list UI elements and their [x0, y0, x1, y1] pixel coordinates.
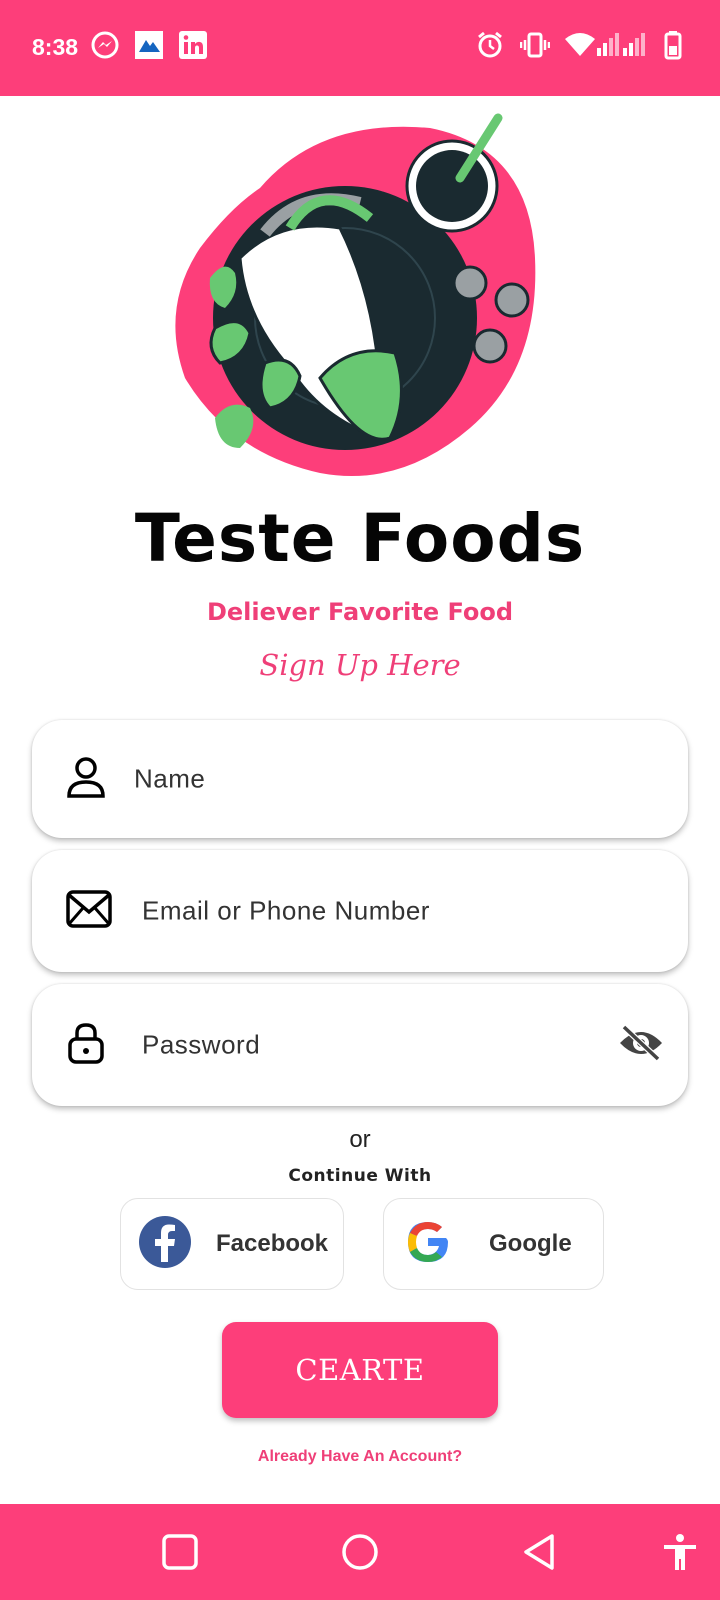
- facebook-label: Facebook: [216, 1230, 329, 1257]
- email-placeholder: Email or Phone Number: [142, 895, 430, 926]
- visibility-off-icon[interactable]: [618, 1023, 664, 1067]
- signal-icon: [622, 30, 646, 64]
- lock-icon: [68, 1022, 104, 1068]
- messenger-icon: [90, 30, 120, 64]
- signal-icon: [596, 30, 620, 64]
- name-field[interactable]: Name: [32, 720, 688, 838]
- google-button[interactable]: Google: [383, 1198, 604, 1290]
- accessibility-icon[interactable]: [660, 1532, 700, 1576]
- linkedin-icon: [178, 30, 208, 64]
- battery-icon: [664, 30, 682, 64]
- app-title: Teste Foods: [134, 500, 586, 577]
- password-field[interactable]: Password: [32, 984, 688, 1106]
- page-subtitle: Sign Up Here: [259, 648, 461, 682]
- wifi-icon: [564, 30, 596, 64]
- google-label: Google: [489, 1230, 572, 1257]
- vibrate-icon: [519, 30, 551, 64]
- facebook-button[interactable]: Facebook: [120, 1198, 344, 1290]
- recents-icon[interactable]: [160, 1532, 200, 1576]
- status-bar: 8:38: [0, 0, 720, 96]
- name-placeholder: Name: [134, 763, 206, 794]
- person-icon: [66, 756, 106, 802]
- app-tagline: Deliever Favorite Food: [206, 598, 514, 626]
- back-icon[interactable]: [520, 1532, 560, 1576]
- status-time: 8:38: [32, 34, 79, 60]
- create-account-button[interactable]: CEARTE ACCOUNT: [222, 1322, 498, 1483]
- google-icon: [402, 1216, 454, 1272]
- facebook-icon: [139, 1216, 191, 1272]
- mail-icon: [66, 890, 112, 932]
- password-placeholder: Password: [142, 1029, 261, 1060]
- home-icon[interactable]: [340, 1532, 380, 1576]
- alarm-icon: [476, 30, 504, 64]
- or-divider: or: [349, 1126, 371, 1153]
- food-illustration: [170, 108, 550, 498]
- gallery-icon: [134, 30, 164, 64]
- login-link[interactable]: Already Have An Account?: [0, 1448, 720, 1466]
- continue-with-label: Continue With: [288, 1166, 432, 1186]
- navigation-bar: [0, 1504, 720, 1600]
- email-field[interactable]: Email or Phone Number: [32, 850, 688, 972]
